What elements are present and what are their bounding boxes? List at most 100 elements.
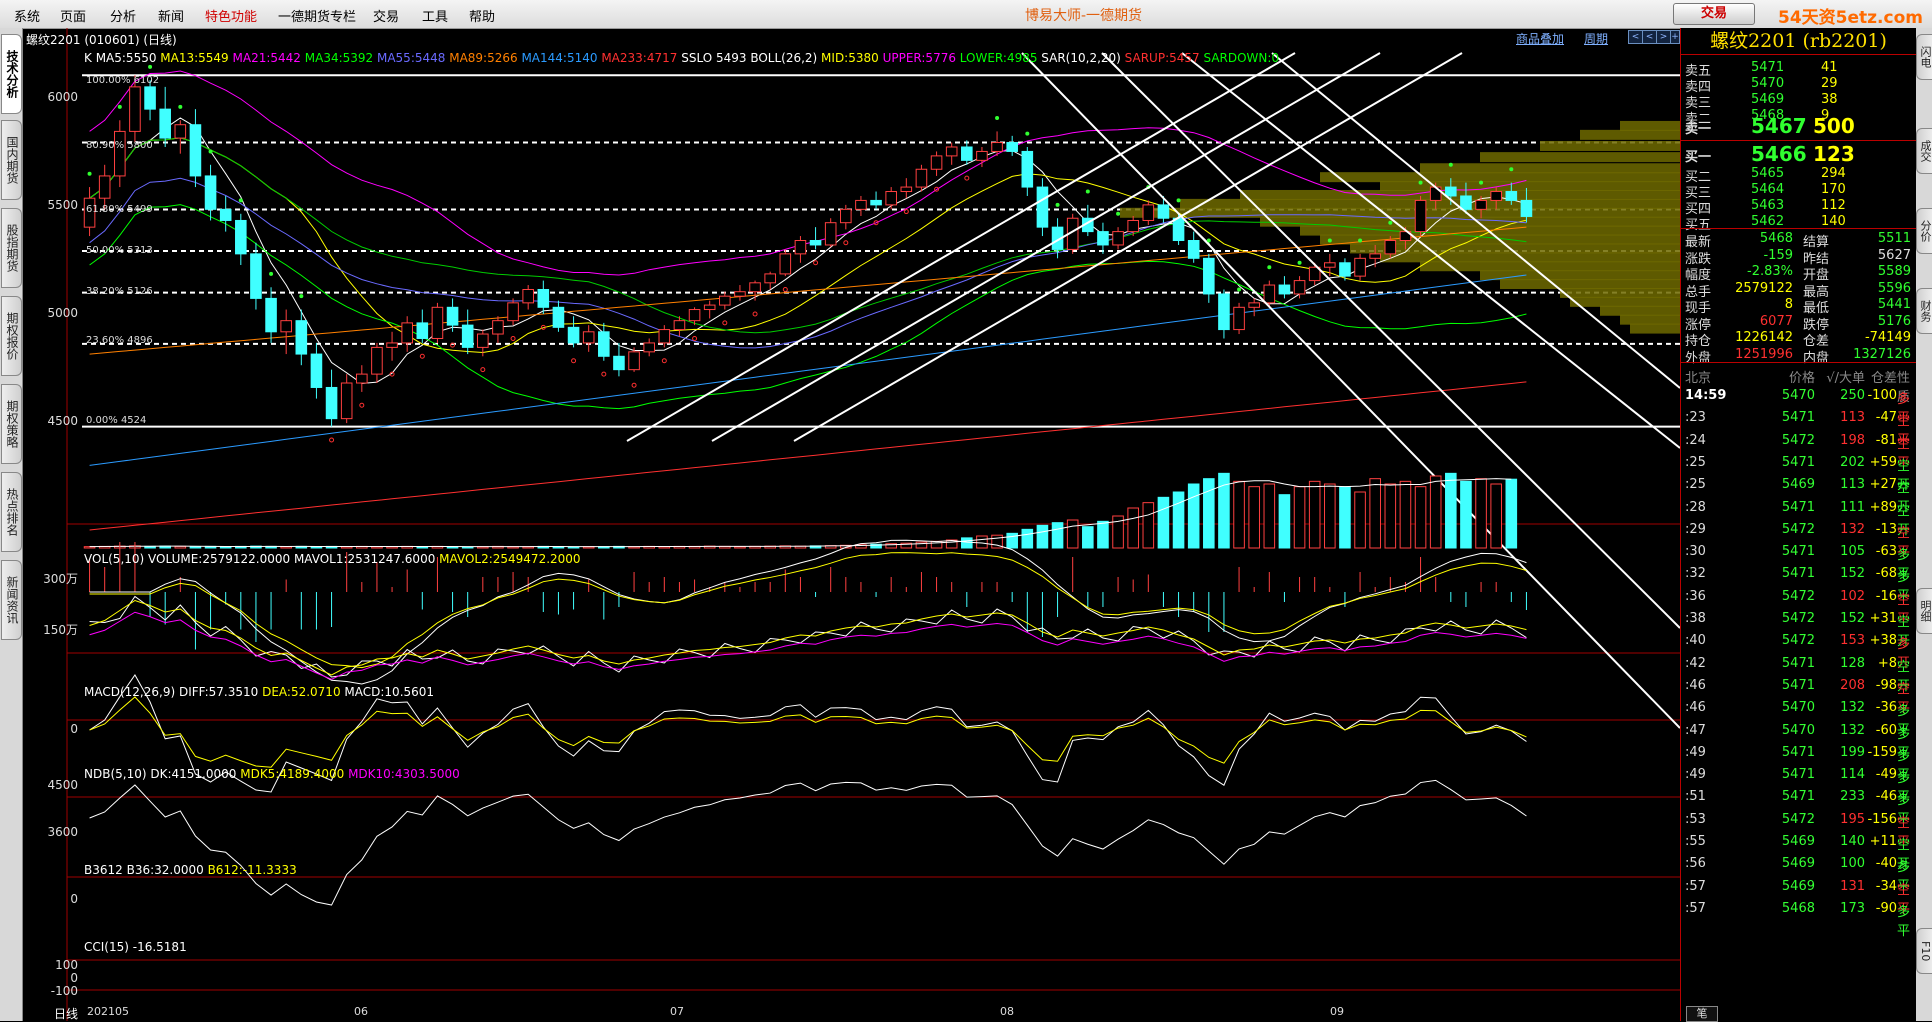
tab-technical-analysis[interactable]: 技术分析	[1, 34, 22, 114]
candle-body	[915, 168, 928, 188]
candle-body	[673, 320, 686, 331]
tab-detail[interactable]: 明细	[1916, 588, 1932, 634]
candle-body	[885, 191, 897, 206]
tick-time: :49	[1685, 767, 1706, 783]
tab-deals[interactable]: 成交	[1916, 128, 1932, 174]
volume-bar	[189, 546, 202, 549]
tab-options-strategy[interactable]: 期权策略	[1, 384, 22, 464]
tab-options-quote[interactable]: 期权报价	[1, 296, 22, 376]
tab-index-futures[interactable]: 股指期货	[1, 208, 22, 288]
candle-body	[930, 155, 943, 170]
ndb-legend-item: MDK5:4189.4000	[240, 767, 349, 781]
macd-legend-item: MACD(12,26,9)	[84, 685, 179, 699]
period-button[interactable]: 周期	[1584, 30, 1608, 47]
tick-price: 5472	[1781, 811, 1815, 827]
period-label: 日线	[54, 1007, 79, 1021]
candle-body	[1218, 293, 1230, 331]
tick-oi-change: +38	[1869, 633, 1897, 649]
fib-label: 23.60% 4896	[86, 335, 153, 346]
main-legend-item: UPPER:5776	[882, 51, 960, 65]
volume-profile-bar	[1240, 189, 1680, 200]
overlay-button[interactable]: 商品叠加	[1516, 30, 1564, 47]
tick-oi-change: +8	[1877, 655, 1897, 671]
tab-finance[interactable]: 财务	[1916, 288, 1932, 334]
menu-news[interactable]: 新闻	[158, 6, 184, 25]
menu-special-features[interactable]: 特色功能	[205, 6, 257, 25]
chart-title: 螺纹2201 (010601) (日线)	[26, 33, 177, 47]
tick-price: 5471	[1781, 454, 1815, 470]
sar-dot	[480, 367, 486, 373]
tick-oi-change: -98	[1875, 677, 1897, 693]
stat-value: 1251996	[1735, 346, 1793, 362]
ask-volume: 29	[1821, 76, 1838, 91]
tick-time: :36	[1685, 588, 1706, 604]
tab-domestic-futures[interactable]: 国内期货	[1, 120, 22, 200]
ask-row: 卖一 5467 500	[1681, 114, 1916, 138]
sar-dot	[1267, 265, 1272, 270]
candle-body	[340, 382, 353, 420]
tick-volume: 198	[1840, 432, 1865, 448]
tick-time: :47	[1685, 722, 1706, 738]
tick-time: :57	[1685, 900, 1706, 916]
tick-row: :57 5468 173 -90 多平	[1681, 898, 1916, 939]
macd-legend-item: MACD:10.5601	[344, 685, 435, 699]
sar-dot	[601, 371, 607, 377]
candle-body	[1324, 262, 1336, 268]
candle-body	[1006, 142, 1018, 152]
trade-button[interactable]: 交易	[1673, 3, 1755, 25]
sar-dot	[510, 335, 516, 341]
scroll-left-button[interactable]: <	[1628, 30, 1643, 44]
candle-body	[1112, 231, 1124, 246]
candle-body	[976, 150, 988, 161]
zoom-in-button[interactable]: +	[1670, 30, 1680, 44]
volume-profile-bar	[1630, 323, 1680, 334]
volume-profile-bar	[1560, 287, 1680, 298]
tab-label: 技术分析	[5, 50, 19, 98]
menu-page[interactable]: 页面	[60, 6, 86, 25]
menu-yide-column[interactable]: 一德期货专栏	[278, 6, 356, 25]
fib-label: 100.00% 6102	[86, 75, 160, 86]
zoom-out-button[interactable]: <	[1642, 30, 1657, 44]
sar-dot	[1448, 162, 1453, 167]
menu-system[interactable]: 系统	[14, 6, 40, 25]
cci-line	[89, 779, 1527, 906]
volume-profile-bar	[1480, 152, 1680, 163]
sar-dot	[148, 64, 153, 69]
ndb-legend-item: MDK10:4303.5000	[348, 767, 460, 781]
volume-bar	[1036, 524, 1049, 549]
ndb-indicator-legend: NDB(5,10) DK:4151.0000 MDK5:4189.4000 MD…	[84, 767, 460, 781]
tick-oi-change: -100	[1867, 388, 1897, 403]
menu-trade[interactable]: 交易	[373, 6, 399, 25]
tab-label: F10	[1919, 940, 1932, 962]
volume-bar	[1293, 486, 1306, 549]
tick-price: 5472	[1781, 432, 1815, 448]
menu-help[interactable]: 帮助	[469, 6, 495, 25]
tick-volume: 153	[1840, 633, 1865, 649]
volume-profile-bar	[1580, 129, 1680, 140]
tab-tick-list[interactable]: 笔	[1686, 1006, 1718, 1022]
volume-bar	[1127, 507, 1139, 549]
volume-bar	[1187, 483, 1200, 549]
candle-body	[446, 306, 459, 326]
tab-f10[interactable]: F10	[1916, 928, 1932, 974]
tab-hot-ranking[interactable]: 热点排名	[1, 472, 22, 552]
tab-price-dist[interactable]: 分价	[1916, 208, 1932, 254]
menu-analysis[interactable]: 分析	[110, 6, 136, 25]
menu-tools[interactable]: 工具	[422, 6, 448, 25]
sar-dot	[1085, 189, 1090, 194]
tick-volume: 132	[1840, 700, 1865, 716]
tick-oi-change: -46	[1875, 789, 1897, 805]
cci-legend-item: CCI(15)	[84, 940, 133, 954]
ask-price: 5470	[1751, 76, 1785, 91]
volume-bar	[976, 535, 988, 549]
tick-row: :29 5472 132 -13 空平	[1681, 519, 1916, 560]
scroll-right-button[interactable]: >	[1656, 30, 1671, 44]
candle-body	[371, 346, 383, 375]
volume-bar	[1460, 480, 1472, 549]
tick-row: :40 5472 153 +38 多开	[1681, 630, 1916, 671]
tab-flash[interactable]: 闪电	[1916, 34, 1932, 80]
candle-body	[1172, 217, 1185, 242]
bid-price: 5464	[1751, 182, 1785, 197]
bid-volume: 140	[1821, 214, 1846, 229]
tab-news-info[interactable]: 新闻资讯	[1, 560, 22, 640]
